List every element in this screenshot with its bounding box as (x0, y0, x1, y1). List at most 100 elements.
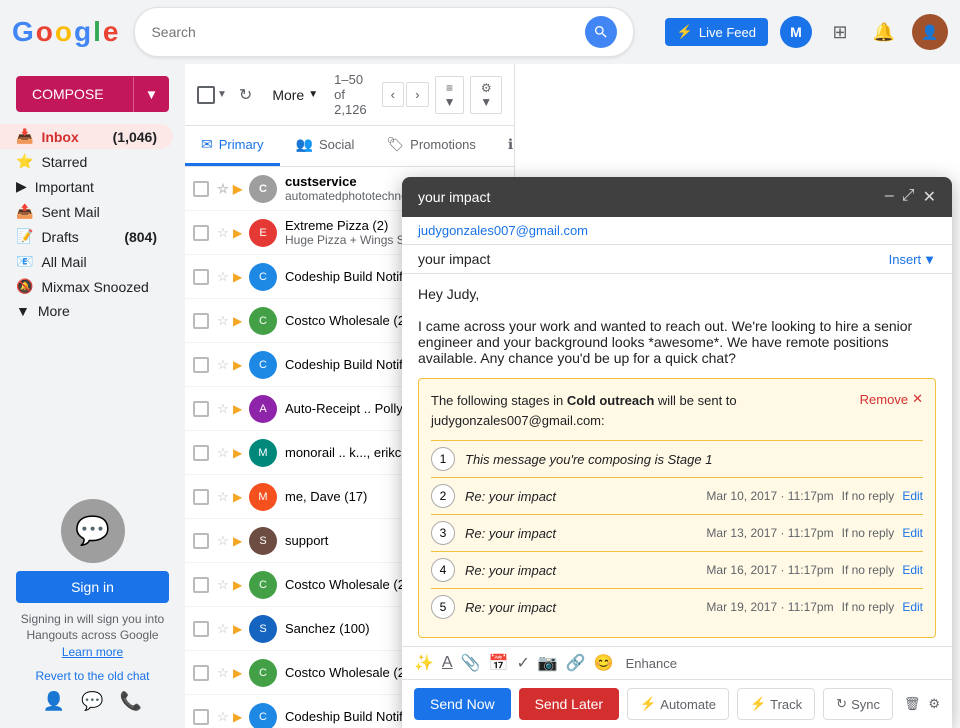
send-now-button[interactable]: Send Now (414, 688, 511, 720)
sidebar-item-drafts[interactable]: 📝 Drafts (804) (0, 224, 173, 249)
seq-remove-btn[interactable]: Remove ✕ (860, 391, 923, 407)
sidebar-item-more[interactable]: ▼ More (0, 299, 173, 323)
avatar[interactable]: 👤 (912, 14, 948, 50)
row-checkbox[interactable] (193, 709, 213, 725)
important-icon[interactable]: ▶ (233, 666, 249, 680)
important-icon[interactable]: ▶ (233, 446, 249, 460)
sidebar-item-all[interactable]: 📧 All Mail (0, 249, 173, 274)
row-checkbox[interactable] (193, 577, 213, 593)
star-icon[interactable]: ☆ (213, 665, 233, 681)
checkbox[interactable] (197, 86, 215, 104)
apps-icon[interactable]: ⊞ (824, 16, 856, 48)
sidebar-item-important[interactable]: ▶ Important (0, 174, 173, 199)
star-icon[interactable]: ☆ (213, 533, 233, 549)
search-button[interactable] (585, 16, 617, 48)
user-icon[interactable]: 👤 (43, 691, 65, 712)
star-icon[interactable]: ☆ (213, 401, 233, 417)
important-icon[interactable]: ▶ (233, 622, 249, 636)
stage-4-edit-btn[interactable]: Edit (902, 563, 923, 577)
close-icon[interactable]: ✕ (923, 187, 936, 207)
compose-insert-btn[interactable]: Insert ▼ (889, 252, 936, 267)
star-icon[interactable]: ☆ (213, 445, 233, 461)
star-icon[interactable]: ☆ (213, 489, 233, 505)
automate-button[interactable]: ⚡ Automate (627, 688, 729, 720)
live-feed-button[interactable]: ⚡ Live Feed (665, 18, 768, 46)
star-icon[interactable]: ☆ (213, 621, 233, 637)
format-text-icon[interactable]: A (442, 654, 453, 672)
search-input[interactable] (151, 24, 585, 40)
compose-button[interactable]: COMPOSE ▼ (16, 76, 169, 112)
calendar-icon[interactable]: 📅 (489, 653, 509, 673)
important-icon[interactable]: ▶ (233, 710, 249, 724)
star-icon[interactable]: ☆ (213, 313, 233, 329)
learn-more-link[interactable]: Learn more (62, 645, 123, 659)
enhance-icon[interactable]: ✨ (414, 653, 434, 673)
track-button[interactable]: ⚡ Track (737, 688, 815, 720)
more-button[interactable]: More ▼ (264, 83, 326, 107)
sidebar-item-sent[interactable]: 📤 Sent Mail (0, 199, 173, 224)
sidebar-item-snoozed[interactable]: 🔕 Mixmax Snoozed (0, 274, 173, 299)
star-icon[interactable]: ☆ (213, 181, 233, 197)
photo-icon[interactable]: 📷 (538, 653, 558, 673)
row-checkbox[interactable] (193, 401, 213, 417)
star-icon[interactable]: ☆ (213, 225, 233, 241)
row-checkbox[interactable] (193, 489, 213, 505)
row-checkbox[interactable] (193, 445, 213, 461)
prev-page-button[interactable]: ‹ (382, 82, 404, 107)
delete-compose-icon[interactable]: 🗑 (904, 696, 921, 712)
stage-3-edit-btn[interactable]: Edit (902, 526, 923, 540)
sign-in-button[interactable]: Sign in (16, 571, 169, 603)
stage-2-edit-btn[interactable]: Edit (902, 489, 923, 503)
phone-icon[interactable]: 📞 (120, 691, 142, 712)
compose-header[interactable]: your impact – ⤢ ✕ (402, 177, 952, 217)
important-icon[interactable]: ▶ (233, 490, 249, 504)
row-checkbox[interactable] (193, 269, 213, 285)
view-options-button[interactable]: ≡ ▼ (435, 76, 465, 114)
next-page-button[interactable]: › (406, 82, 428, 107)
important-icon[interactable]: ▶ (233, 402, 249, 416)
important-icon[interactable]: ▶ (233, 270, 249, 284)
minimize-icon[interactable]: – (885, 187, 894, 207)
check-icon[interactable]: ✓ (516, 653, 529, 673)
compose-body[interactable]: Hey Judy, I came across your work and wa… (402, 274, 952, 378)
link-icon[interactable]: 🔗 (566, 653, 586, 673)
row-checkbox[interactable] (193, 313, 213, 329)
important-icon[interactable]: ▶ (233, 314, 249, 328)
expand-icon[interactable]: ⤢ (902, 187, 915, 207)
chat-icon[interactable]: 💬 (81, 691, 103, 712)
tab-social[interactable]: 👥 Social (280, 126, 371, 166)
tab-promotions[interactable]: 🏷 Promotions (370, 126, 492, 166)
more-compose-icon[interactable]: ⚙ (928, 696, 940, 712)
select-all-check[interactable]: ▼ (197, 86, 227, 104)
star-icon[interactable]: ☆ (213, 357, 233, 373)
row-checkbox[interactable] (193, 357, 213, 373)
check-chevron-icon[interactable]: ▼ (217, 89, 227, 100)
compose-subject-input[interactable] (418, 251, 889, 267)
revert-link[interactable]: Revert to the old chat (16, 669, 169, 683)
stage-5-edit-btn[interactable]: Edit (902, 600, 923, 614)
important-icon[interactable]: ▶ (233, 578, 249, 592)
sidebar-item-starred[interactable]: ⭐ Starred (0, 149, 173, 174)
tab-primary[interactable]: ✉ Primary (185, 126, 280, 166)
row-checkbox[interactable] (193, 181, 213, 197)
row-checkbox[interactable] (193, 665, 213, 681)
send-later-button[interactable]: Send Later (519, 688, 620, 720)
important-icon[interactable]: ▶ (233, 182, 249, 196)
tab-updates[interactable]: ℹ Updates (492, 126, 515, 166)
star-icon[interactable]: ☆ (213, 709, 233, 725)
star-icon[interactable]: ☆ (213, 577, 233, 593)
important-icon[interactable]: ▶ (233, 358, 249, 372)
refresh-button[interactable]: ↻ (235, 81, 256, 109)
row-checkbox[interactable] (193, 533, 213, 549)
row-checkbox[interactable] (193, 225, 213, 241)
notification-icon[interactable]: 🔔 (868, 16, 900, 48)
compose-to-value[interactable]: judygonzales007@gmail.com (418, 223, 936, 238)
mixmax-icon[interactable]: M (780, 16, 812, 48)
row-checkbox[interactable] (193, 621, 213, 637)
sidebar-item-inbox[interactable]: 📥 Inbox (1,046) (0, 124, 173, 149)
star-icon[interactable]: ☆ (213, 269, 233, 285)
emoji-icon[interactable]: 😊 (594, 653, 614, 673)
compose-arrow-icon[interactable]: ▼ (133, 77, 169, 112)
settings-button[interactable]: ⚙ ▼ (470, 76, 502, 114)
important-icon[interactable]: ▶ (233, 226, 249, 240)
